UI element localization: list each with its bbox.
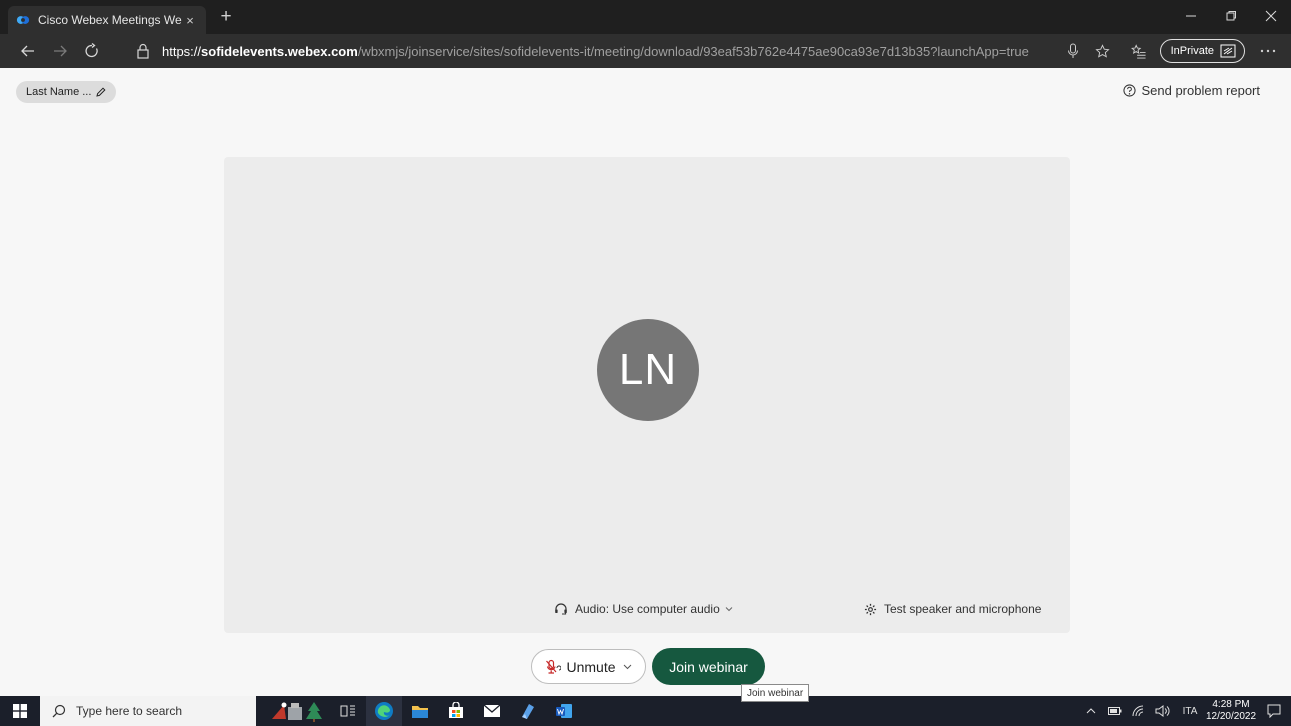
- test-speaker-label: Test speaker and microphone: [884, 602, 1042, 616]
- media-app-icon[interactable]: [510, 696, 546, 726]
- speaker-volume-icon[interactable]: [1151, 696, 1175, 726]
- restore-icon[interactable]: [1211, 0, 1251, 32]
- edit-pencil-icon: [96, 87, 106, 97]
- browser-tab-bar: Cisco Webex Meetings Web App × +: [0, 0, 1291, 34]
- clock-date: 12/20/2022: [1205, 711, 1257, 722]
- microphone-permission-icon[interactable]: [1058, 37, 1088, 65]
- taskbar-search-box[interactable]: Type here to search: [40, 696, 256, 726]
- browser-tab-webex[interactable]: Cisco Webex Meetings Web App ×: [8, 6, 206, 34]
- webex-favicon-icon: [16, 16, 30, 24]
- christmas-decoration-icon: [266, 696, 330, 726]
- headset-icon: [554, 602, 568, 616]
- forward-arrow-icon[interactable]: [44, 37, 76, 65]
- back-arrow-icon[interactable]: [12, 37, 44, 65]
- search-icon: [52, 704, 66, 718]
- test-speaker-microphone-button[interactable]: Test speaker and microphone: [864, 600, 1041, 618]
- chevron-down-icon: [725, 606, 733, 612]
- file-explorer-icon[interactable]: [402, 696, 438, 726]
- unmute-label: Unmute: [566, 658, 616, 675]
- chevron-down-icon[interactable]: [623, 664, 632, 670]
- inprivate-badge[interactable]: InPrivate: [1159, 39, 1245, 63]
- refresh-icon[interactable]: [76, 37, 108, 65]
- windows-taskbar: Type here to search ITA 4:28 PM 12/20/20…: [0, 696, 1291, 726]
- join-webinar-button[interactable]: Join webinar: [652, 648, 765, 685]
- video-preview-panel: LN Audio: Use computer audio Test speake…: [224, 157, 1070, 633]
- gear-icon: [864, 603, 877, 615]
- display-name-label: Last Name ...: [26, 86, 92, 98]
- tab-close-icon[interactable]: ×: [182, 13, 198, 28]
- send-problem-report-link[interactable]: Send problem report: [1123, 81, 1260, 99]
- clock-time: 4:28 PM: [1212, 699, 1250, 710]
- new-tab-button[interactable]: +: [214, 6, 238, 30]
- windows-start-icon[interactable]: [0, 696, 40, 726]
- avatar: LN: [597, 319, 699, 421]
- display-name-chip[interactable]: Last Name ...: [16, 81, 117, 103]
- more-options-icon[interactable]: [1253, 37, 1283, 65]
- edge-browser-icon[interactable]: [366, 696, 402, 726]
- search-placeholder: Type here to search: [76, 704, 183, 718]
- chevron-up-icon[interactable]: [1079, 696, 1103, 726]
- input-language-indicator[interactable]: ITA: [1175, 696, 1205, 726]
- lock-icon: [136, 43, 154, 59]
- join-webinar-tooltip: Join webinar: [741, 684, 810, 702]
- audio-label: Audio: Use computer audio: [575, 602, 720, 616]
- audio-connection-dropdown[interactable]: Audio: Use computer audio: [554, 600, 733, 618]
- url-host: sofidelevents.webex.com: [201, 43, 358, 59]
- browser-address-bar: https://sofidelevents.webex.com/wbxmjs/j…: [0, 34, 1291, 68]
- notification-center-icon[interactable]: [1257, 696, 1291, 726]
- url-path: /wbxmjs/joinservice/sites/sofidelevents-…: [357, 43, 1029, 59]
- microsoft-store-icon[interactable]: [438, 696, 474, 726]
- battery-icon[interactable]: [1103, 696, 1127, 726]
- help-circle-icon: [1123, 83, 1137, 97]
- inprivate-icon: [1220, 44, 1236, 58]
- url-field[interactable]: https://sofidelevents.webex.com/wbxmjs/j…: [136, 37, 1116, 65]
- word-icon[interactable]: [546, 696, 582, 726]
- unmute-button[interactable]: Unmute: [531, 649, 646, 684]
- url-protocol: https://: [162, 43, 202, 59]
- task-view-icon[interactable]: [330, 696, 366, 726]
- minimize-icon[interactable]: [1171, 0, 1211, 32]
- microphone-muted-icon: [545, 659, 562, 675]
- window-close-icon[interactable]: [1251, 0, 1291, 32]
- favorites-list-icon[interactable]: [1124, 37, 1154, 65]
- send-problem-report-label: Send problem report: [1141, 82, 1260, 98]
- taskbar-clock[interactable]: 4:28 PM 12/20/2022: [1205, 696, 1257, 726]
- inprivate-label: InPrivate: [1170, 45, 1214, 57]
- mail-icon[interactable]: [474, 696, 510, 726]
- favorite-star-icon[interactable]: [1088, 37, 1118, 65]
- wifi-icon[interactable]: [1127, 696, 1151, 726]
- tab-title: Cisco Webex Meetings Web App: [38, 13, 182, 27]
